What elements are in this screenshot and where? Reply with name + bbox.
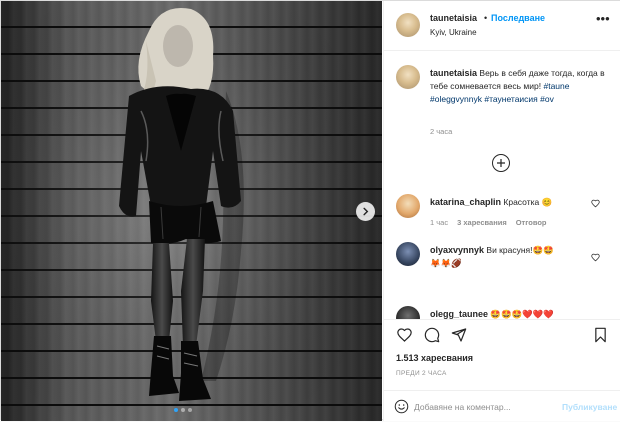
comment-text-extra: 🦊🦊🏈 xyxy=(430,258,462,268)
caption-time: 2 часа xyxy=(430,127,453,136)
comment-likes-count[interactable]: 3 харесвания xyxy=(457,218,507,227)
commenter-username[interactable]: olegg_taunee xyxy=(430,309,488,319)
author-avatar[interactable] xyxy=(396,13,420,37)
comment-text-block: katarina_chaplin Красотка 😊 xyxy=(430,196,592,209)
comment-text-block: olyaxvynnyk Ви красуня!🤩🤩 🦊🦊🏈 xyxy=(430,244,592,270)
post-photo[interactable] xyxy=(1,1,382,421)
post-likes-count[interactable]: 1.513 харесвания xyxy=(396,353,473,363)
post-details-panel: taunetaisia • Последване Kyiv, Ukraine •… xyxy=(383,1,620,421)
comment-text: Ви красуня!🤩🤩 xyxy=(486,245,554,255)
like-comment-heart-icon[interactable] xyxy=(591,253,600,262)
publish-comment-button[interactable]: Публикуване xyxy=(562,402,617,412)
comment-text: Красотка 😊 xyxy=(503,197,553,207)
comment-text: 🤩🤩🤩❤️❤️❤️ xyxy=(490,309,554,319)
commenter-avatar[interactable] xyxy=(396,194,420,218)
reply-button[interactable]: Отговор xyxy=(516,218,547,227)
post-timestamp: ПРЕДИ 2 ЧАСА xyxy=(396,370,447,377)
comment-input[interactable] xyxy=(414,398,554,416)
emoji-smiley-icon[interactable] xyxy=(394,399,409,414)
caption-avatar[interactable] xyxy=(396,65,420,89)
hashtag-link[interactable]: #ov xyxy=(540,94,554,104)
like-heart-icon[interactable] xyxy=(396,327,413,343)
separator-dot: • xyxy=(484,13,488,23)
carousel-dot xyxy=(174,408,178,412)
hashtag-link[interactable]: #таунетаисия xyxy=(484,94,537,104)
caption-username[interactable]: taunetaisia xyxy=(430,68,477,78)
bookmark-icon[interactable] xyxy=(593,327,608,343)
woman-figure-image xyxy=(1,1,382,421)
like-comment-heart-icon[interactable] xyxy=(591,199,600,208)
next-photo-button[interactable] xyxy=(356,202,375,221)
author-username[interactable]: taunetaisia xyxy=(430,13,477,23)
comment-time: 1 час xyxy=(430,218,449,227)
chevron-right-icon xyxy=(363,207,369,216)
carousel-dot xyxy=(188,408,192,412)
share-paper-plane-icon[interactable] xyxy=(451,327,467,343)
carousel-dot xyxy=(181,408,185,412)
post-actions-area: 1.513 харесвания ПРЕДИ 2 ЧАСА Публикуван… xyxy=(384,319,620,421)
more-options-icon[interactable]: ••• xyxy=(596,11,610,26)
commenter-username[interactable]: katarina_chaplin xyxy=(430,197,501,207)
plus-icon xyxy=(497,159,505,167)
comment-bubble-icon[interactable] xyxy=(424,327,440,343)
hashtag-link[interactable]: #oleggvynnyk xyxy=(430,94,482,104)
instagram-post: taunetaisia • Последване Kyiv, Ukraine •… xyxy=(0,0,620,421)
comment-meta: 1 час 3 харесвания Отговор xyxy=(430,218,547,227)
carousel-indicator xyxy=(174,408,192,412)
follow-button[interactable]: Последване xyxy=(491,13,545,23)
load-more-comments-button[interactable] xyxy=(492,154,510,172)
caption-text-block: taunetaisia Верь в себя даже тогда, когд… xyxy=(430,67,610,106)
post-location[interactable]: Kyiv, Ukraine xyxy=(430,28,477,37)
commenter-avatar[interactable] xyxy=(396,242,420,266)
commenter-username[interactable]: olyaxvynnyk xyxy=(430,245,484,255)
hashtag-link[interactable]: #taune xyxy=(543,81,569,91)
post-header: taunetaisia • Последване Kyiv, Ukraine •… xyxy=(384,1,620,51)
add-comment-row: Публикуване xyxy=(384,390,620,422)
